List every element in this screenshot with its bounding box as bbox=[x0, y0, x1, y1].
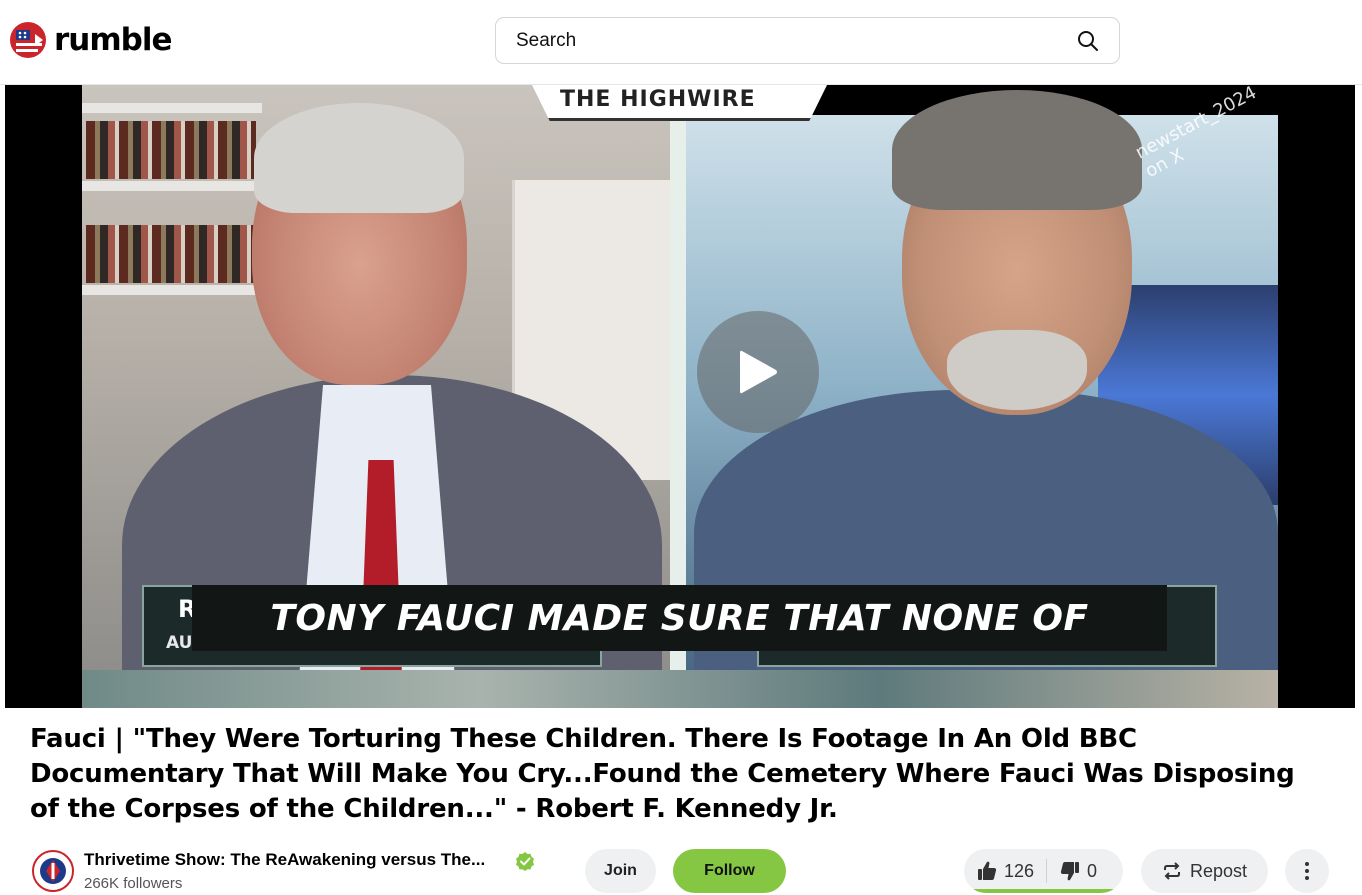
channel-logo-icon bbox=[36, 854, 70, 888]
video-caption-text: TONY FAUCI MADE SURE THAT NONE OF bbox=[270, 597, 1089, 639]
verified-badge-icon bbox=[516, 852, 534, 871]
books bbox=[86, 225, 256, 283]
search-icon[interactable] bbox=[1077, 30, 1099, 52]
speaker-right-beard bbox=[947, 330, 1087, 410]
repost-label: Repost bbox=[1189, 860, 1248, 881]
rumble-logo-icon bbox=[10, 22, 46, 58]
follower-count: 266K followers bbox=[84, 875, 183, 892]
vote-control: 126 0 bbox=[964, 849, 1123, 893]
books bbox=[86, 121, 256, 179]
lower-third-sub: AU bbox=[166, 633, 193, 653]
play-button[interactable] bbox=[697, 311, 819, 433]
dislike-button[interactable]: 0 bbox=[1059, 860, 1097, 882]
rumble-logo[interactable]: rumble bbox=[8, 18, 173, 62]
like-count: 126 bbox=[1004, 860, 1035, 881]
bookshelf bbox=[82, 181, 262, 191]
video-caption: TONY FAUCI MADE SURE THAT NONE OF bbox=[192, 585, 1167, 651]
more-vertical-icon bbox=[1305, 862, 1309, 880]
like-button[interactable]: 126 bbox=[976, 860, 1034, 882]
bookshelf bbox=[82, 285, 262, 295]
vote-ratio-bar bbox=[964, 889, 1123, 893]
follow-button[interactable]: Follow bbox=[673, 849, 786, 893]
logo-text: rumble bbox=[54, 22, 173, 58]
play-icon bbox=[740, 350, 777, 394]
dislike-count: 0 bbox=[1087, 860, 1098, 881]
show-banner: THE HIGHWIRE bbox=[532, 85, 827, 121]
top-header: rumble bbox=[0, 0, 1362, 85]
join-button[interactable]: Join bbox=[585, 849, 656, 893]
thumbs-up-icon bbox=[978, 861, 997, 880]
thumbs-down-icon bbox=[1060, 862, 1080, 881]
repost-icon bbox=[1163, 862, 1180, 880]
video-title: Fauci | "They Were Torturing These Child… bbox=[30, 724, 1295, 824]
video-bottom-strip bbox=[82, 670, 1278, 708]
search-bar[interactable] bbox=[495, 17, 1120, 64]
speaker-left-hair bbox=[254, 103, 464, 213]
search-input[interactable] bbox=[516, 29, 1077, 52]
channel-name[interactable]: Thrivetime Show: The ReAwakening versus … bbox=[84, 850, 485, 870]
more-options-button[interactable] bbox=[1285, 849, 1329, 893]
bookshelf bbox=[82, 103, 262, 113]
repost-button[interactable]: Repost bbox=[1141, 849, 1268, 893]
channel-avatar[interactable] bbox=[32, 850, 74, 892]
video-player[interactable]: THE HIGHWIRE newstart_2024 on X R AU TON… bbox=[5, 85, 1355, 708]
speaker-right-hair bbox=[892, 90, 1142, 210]
show-banner-text: THE HIGHWIRE bbox=[560, 87, 756, 112]
vote-separator bbox=[1046, 859, 1048, 883]
video-frame: THE HIGHWIRE newstart_2024 on X R AU TON… bbox=[82, 85, 1278, 708]
